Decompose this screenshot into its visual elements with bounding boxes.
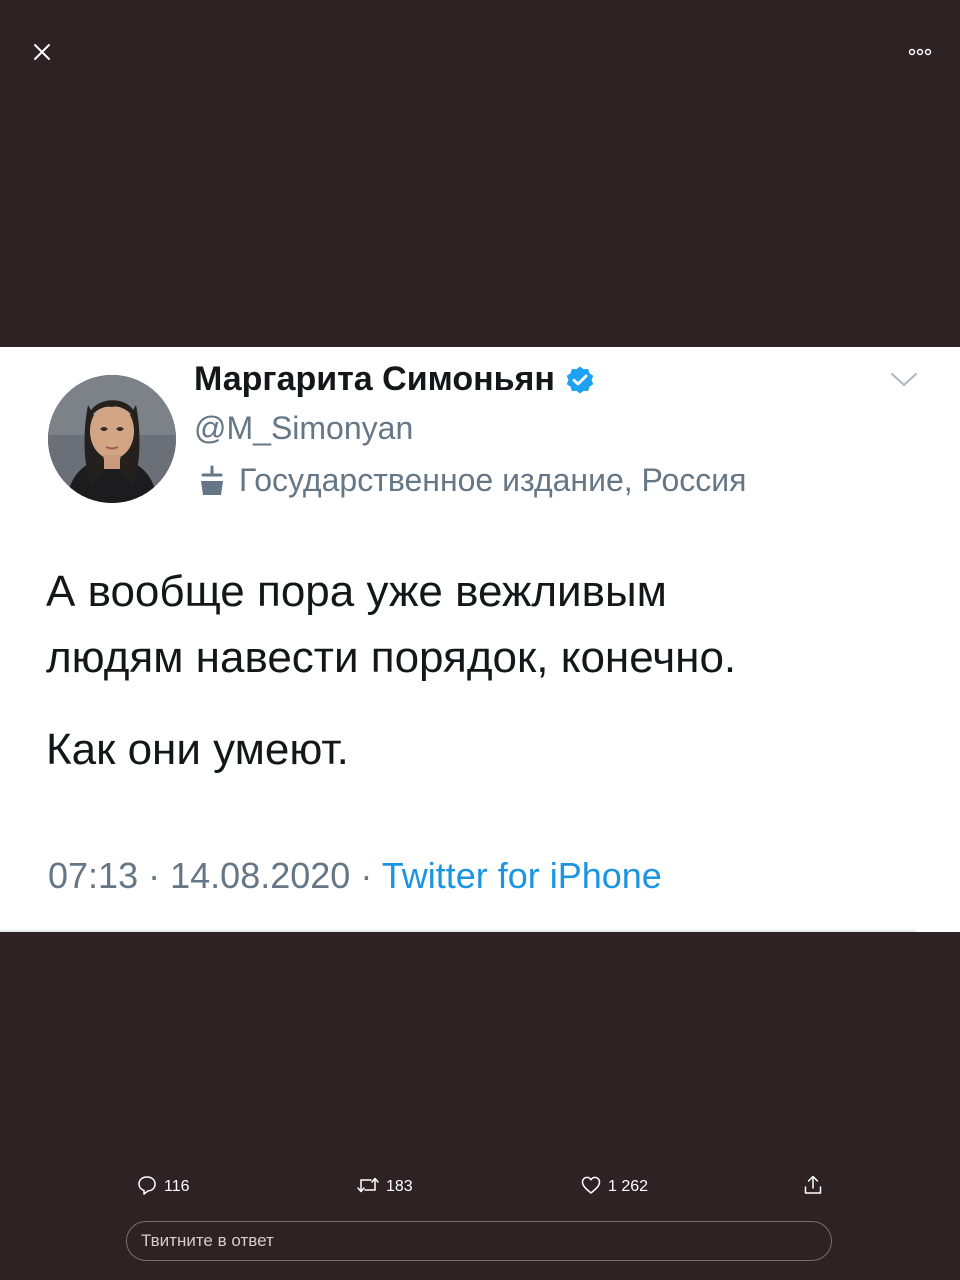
tweet-date: 14.08.2020 bbox=[170, 855, 351, 896]
tweet-line: Как они умеют. bbox=[46, 725, 349, 774]
like-button[interactable]: 1 262 bbox=[580, 1174, 648, 1200]
tweet-line: А вообще пора уже вежливым bbox=[46, 567, 667, 616]
tweet-paragraph: А вообще пора уже вежливым людям навести… bbox=[46, 559, 926, 691]
retweet-button[interactable]: 183 bbox=[356, 1174, 413, 1200]
close-icon bbox=[32, 42, 52, 67]
tweet-line: людям навести порядок, конечно. bbox=[46, 633, 737, 682]
verified-badge-icon bbox=[565, 365, 595, 395]
reply-button[interactable]: 116 bbox=[136, 1174, 190, 1200]
author-handle: @M_Simonyan bbox=[194, 410, 414, 446]
tweet-time: 07:13 bbox=[48, 855, 139, 896]
reply-count: 116 bbox=[164, 1178, 190, 1195]
author-name: Маргарита Симоньян bbox=[194, 360, 595, 399]
tweet-meta: 07:13 · 14.08.2020 · Twitter for iPhone bbox=[48, 855, 662, 897]
share-button[interactable] bbox=[802, 1174, 830, 1200]
meta-separator: · bbox=[148, 855, 161, 896]
divider bbox=[0, 930, 916, 932]
state-media-icon bbox=[197, 465, 227, 497]
chevron-down-icon bbox=[890, 372, 918, 393]
meta-separator: · bbox=[360, 855, 373, 896]
reply-icon bbox=[136, 1174, 164, 1201]
tweet-source-link[interactable]: Twitter for iPhone bbox=[382, 855, 662, 896]
reply-input[interactable] bbox=[126, 1221, 832, 1261]
tweet-image[interactable]: Маргарита Симоньян @M_Simonyan Государст… bbox=[0, 347, 960, 932]
state-media-text: Государственное издание, Россия bbox=[239, 462, 747, 498]
like-count: 1 262 bbox=[608, 1178, 649, 1195]
author-name-text: Маргарита Симоньян bbox=[194, 360, 555, 398]
more-options-button[interactable] bbox=[898, 34, 942, 70]
avatar bbox=[48, 375, 176, 503]
share-icon bbox=[802, 1174, 830, 1201]
tweet-menu-chevron[interactable] bbox=[884, 367, 924, 397]
more-options-icon bbox=[908, 43, 932, 61]
tweet-text: А вообще пора уже вежливым людям навести… bbox=[46, 559, 926, 783]
retweet-icon bbox=[356, 1174, 386, 1201]
state-media-label: Государственное издание, Россия bbox=[197, 462, 746, 499]
tweet-paragraph: Как они умеют. bbox=[46, 717, 926, 783]
close-button[interactable] bbox=[22, 34, 62, 74]
heart-icon bbox=[580, 1174, 608, 1201]
retweet-count: 183 bbox=[386, 1178, 413, 1195]
